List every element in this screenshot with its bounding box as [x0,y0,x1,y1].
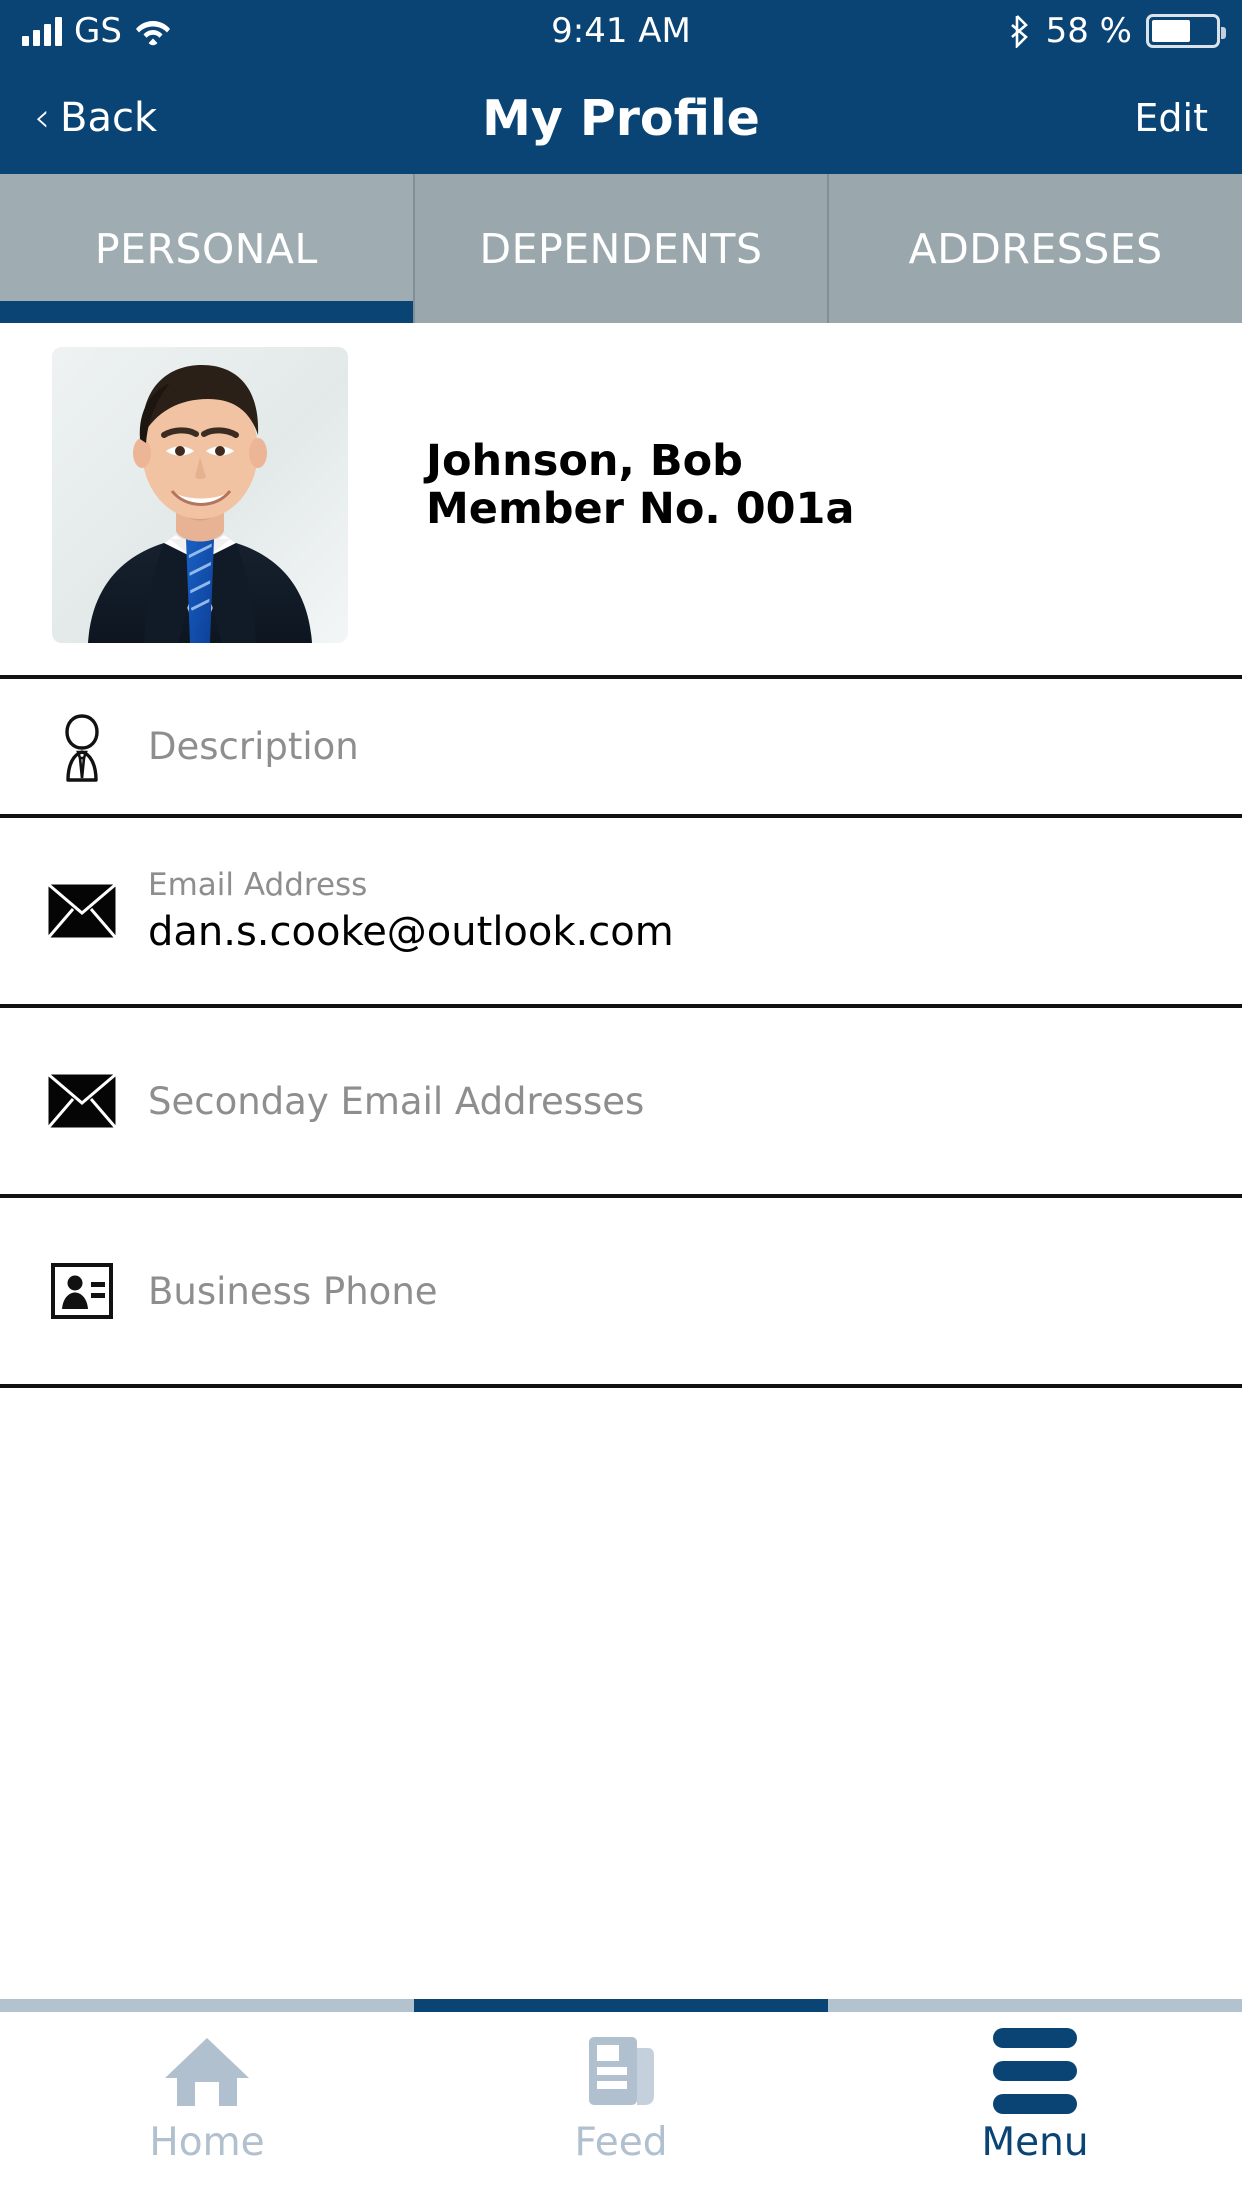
tab-personal-label: PERSONAL [94,224,318,273]
chevron-left-icon: ‹ [34,95,50,141]
field-body: Description [148,725,359,768]
bottom-navigation: Home Feed Menu [0,1999,1242,2208]
field-row-description[interactable]: Description [0,679,1242,818]
profile-field-list: Description Email Address dan.s.cooke@ou… [0,675,1242,1388]
battery-percent-label: 58 % [1045,11,1132,51]
status-bar-right: 58 % [1008,11,1226,51]
bluetooth-icon [1010,15,1028,48]
page-indicator-segment [828,1999,1242,2012]
profile-photo [52,347,348,643]
tabbar-label-home: Home [149,2120,265,2165]
field-body: Seconday Email Addresses [148,1080,644,1123]
field-body: Business Phone [148,1270,438,1313]
carrier-label: GS [74,11,122,51]
tab-dependents-label: DEPENDENTS [479,224,763,273]
avatar [52,347,348,643]
profile-name-block: Johnson, Bob Member No. 001a [426,437,855,533]
segment-tabs: PERSONAL DEPENDENTS ADDRESSES [0,174,1242,323]
tabbar-label-menu: Menu [981,2120,1089,2165]
profile-header: Johnson, Bob Member No. 001a [0,323,1242,675]
field-row-email-address[interactable]: Email Address dan.s.cooke@outlook.com [0,818,1242,1008]
tabbar-item-home[interactable]: Home [0,2034,414,2165]
field-body: Email Address dan.s.cooke@outlook.com [148,867,674,955]
tab-personal[interactable]: PERSONAL [0,174,415,323]
field-placeholder-business-phone: Business Phone [148,1269,438,1313]
field-placeholder-description: Description [148,725,359,768]
tabbar-label-feed: Feed [574,2120,668,2165]
person-tie-icon [34,710,130,784]
page-indicator-rail [0,1999,1242,2012]
field-row-secondary-email[interactable]: Seconday Email Addresses [0,1008,1242,1198]
profile-full-name: Johnson, Bob [426,436,743,486]
field-value-email-address: dan.s.cooke@outlook.com [148,909,674,955]
profile-member-number: Member No. 001a [426,484,855,535]
feed-icon [586,2034,656,2108]
edit-button[interactable]: Edit [1134,96,1208,140]
status-bar-left: GS [22,14,172,48]
home-icon [161,2034,253,2108]
field-placeholder-secondary-email: Seconday Email Addresses [148,1079,645,1123]
page-title: My Profile [482,89,760,147]
personal-tab-content: Johnson, Bob Member No. 001a Description [0,323,1242,1999]
page-indicator-segment-active [414,1999,828,2012]
back-button[interactable]: ‹ Back [34,95,157,141]
hamburger-icon [993,2028,1077,2114]
status-bar: GS 9:41 AM 58 % [0,0,1242,62]
signal-bars-icon [22,16,62,46]
bottom-tabbar: Home Feed Menu [0,2012,1242,2208]
app-screen: GS 9:41 AM 58 % ‹ Back My Profile Edit P… [0,0,1242,2208]
envelope-icon [34,883,130,939]
page-indicator-segment [0,1999,414,2012]
tab-dependents[interactable]: DEPENDENTS [415,174,830,323]
field-label-email-address: Email Address [148,867,368,903]
tab-addresses[interactable]: ADDRESSES [829,174,1242,323]
wifi-icon [135,21,170,46]
tabbar-item-feed[interactable]: Feed [414,2034,828,2165]
field-row-business-phone[interactable]: Business Phone [0,1198,1242,1388]
back-button-label: Back [60,95,158,141]
tab-addresses-label: ADDRESSES [908,224,1163,273]
battery-icon [1146,14,1226,48]
tabbar-item-menu[interactable]: Menu [828,2028,1242,2165]
nav-bar: ‹ Back My Profile Edit [0,62,1242,174]
contact-card-icon [34,1263,130,1319]
envelope-icon [34,1073,130,1129]
